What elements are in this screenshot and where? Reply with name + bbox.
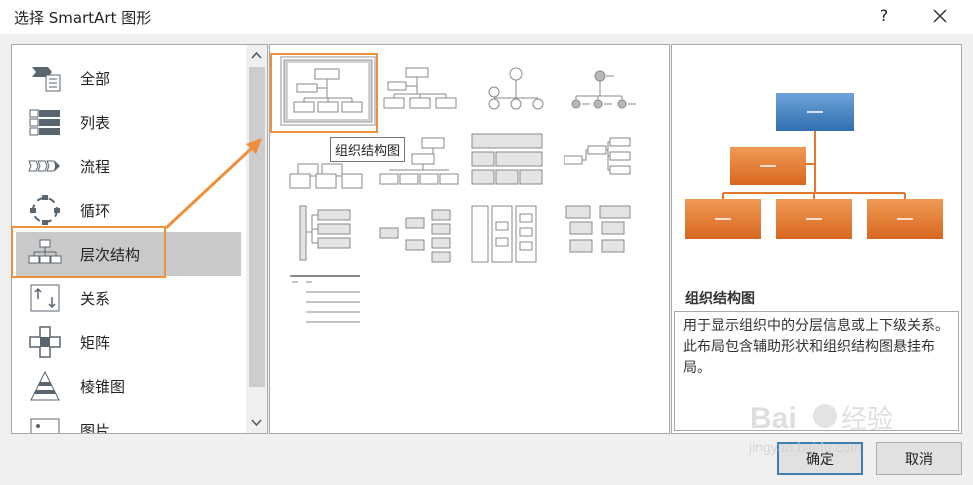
layout-labeled-hierarchy[interactable] [376,202,468,268]
close-button[interactable] [926,4,954,28]
annotation-box-category [11,226,166,278]
category-label: 关系 [80,289,111,308]
category-picture[interactable]: 图片 [16,408,241,434]
half-circle-org-chart-thumbnail [488,67,544,110]
matrix-icon [29,326,61,358]
preview-title: 组织结构图 [685,291,755,307]
layout-lined-list-hierarchy[interactable] [564,202,656,268]
cycle-icon [30,195,60,225]
chevron-up-icon [251,51,262,59]
category-list-item[interactable]: 列表 [16,100,241,144]
layout-vertical-hierarchy[interactable] [470,202,562,268]
category-label: 循环 [80,201,111,220]
category-label: 矩阵 [80,333,111,352]
labeled-hierarchy-thumbnail [379,209,451,263]
close-icon [933,9,947,23]
category-all[interactable]: 全部 [16,56,241,100]
horizontal-hierarchy-thumbnail [563,137,631,175]
layout-architecture-list[interactable] [282,274,374,340]
svg-text:Bai: Bai [750,402,797,435]
layout-circle-picture-hierarchy[interactable] [564,58,656,124]
layout-hierarchy-list[interactable] [282,202,374,268]
layout-horizontal-hierarchy[interactable] [563,130,656,196]
table-hierarchy-thumbnail [471,133,543,185]
preview-diagram [685,93,943,239]
layout-half-circle-org-chart[interactable] [470,58,562,124]
category-scrollbar[interactable] [246,45,267,433]
scroll-down-button[interactable] [246,412,267,433]
category-label: 图片 [80,421,111,434]
category-label: 流程 [80,157,111,176]
layout-tooltip: 组织结构图 [330,137,406,162]
category-label: 全部 [80,69,111,88]
category-pyramid[interactable]: 棱锥图 [16,364,241,408]
layout-table-hierarchy[interactable] [470,130,562,196]
svg-text:经验: 经验 [841,405,893,435]
category-label: 棱锥图 [80,377,126,396]
picture-icon [30,418,60,433]
chevron-down-icon [251,419,262,427]
hierarchy-list-thumbnail [299,205,351,261]
category-matrix[interactable]: 矩阵 [16,320,241,364]
name-title-org-chart-thumbnail [383,67,457,109]
annotation-box-layout [270,53,378,133]
architecture-list-thumbnail [290,275,360,323]
svg-text:jingyan.baidu.com: jingyan.baidu.com [748,439,862,455]
category-relationship[interactable]: 关系 [16,276,241,320]
layout-name-title-org-chart[interactable] [376,58,468,124]
category-label: 列表 [80,113,111,132]
scroll-up-button[interactable] [246,45,267,66]
scroll-thumb[interactable] [249,67,265,387]
pyramid-icon [30,370,60,401]
circle-hierarchy-thumbnail [571,70,636,109]
help-button[interactable]: ? [873,4,895,28]
list-icon [29,109,60,136]
relationship-icon [30,284,60,312]
lined-list-hierarchy-thumbnail [565,205,631,253]
title-bar: 选择 SmartArt 图形 ? [0,0,973,34]
process-icon [28,160,60,172]
dialog-title: 选择 SmartArt 图形 [14,9,152,27]
category-process[interactable]: 流程 [16,144,241,188]
baidu-watermark: Bai 经验 jingyan.baidu.com [748,402,893,455]
vertical-hierarchy-thumbnail [471,205,537,263]
all-icon [32,67,61,92]
preview-panel: 组织结构图 用于显示组织中的分层信息或上下级关系。此布局包含辅助形状和组织结构图… [671,44,962,434]
